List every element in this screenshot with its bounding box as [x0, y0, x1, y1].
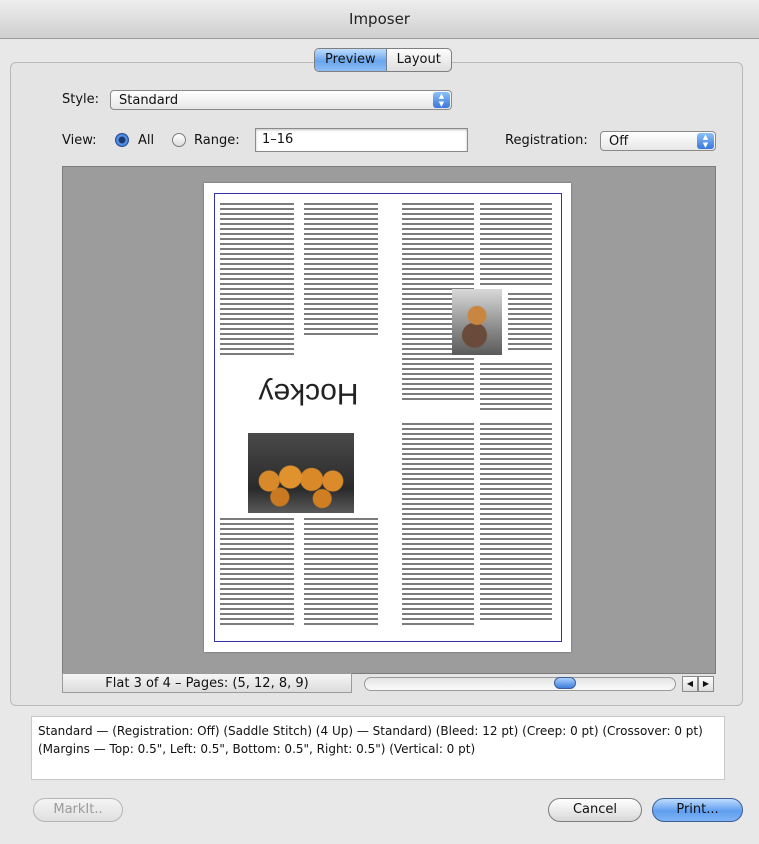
cancel-button[interactable]: Cancel	[548, 798, 642, 822]
tab-preview[interactable]: Preview	[315, 49, 387, 71]
print-button[interactable]: Print...	[652, 798, 743, 822]
view-label: View:	[62, 133, 97, 148]
preview-scrollbar[interactable]: ◀ ▶	[360, 675, 714, 692]
popup-arrows-icon: ▲ ▼	[433, 92, 450, 108]
registration-label: Registration:	[505, 133, 588, 148]
registration-value: Off	[609, 134, 629, 149]
settings-summary: Standard — (Registration: Off) (Saddle S…	[31, 716, 725, 780]
scroll-track[interactable]	[364, 677, 676, 691]
scroll-right-icon[interactable]: ▶	[698, 676, 714, 692]
scroll-left-icon[interactable]: ◀	[682, 676, 698, 692]
text-column	[304, 203, 378, 338]
view-all-label: All	[138, 133, 155, 148]
registration-popup[interactable]: Off ▲ ▼	[600, 131, 716, 151]
popup-arrows-icon: ▲ ▼	[697, 133, 714, 149]
imposed-sheet: Hockey	[204, 183, 571, 652]
text-column	[402, 423, 474, 628]
player-photo	[452, 289, 502, 355]
flat-status: Flat 3 of 4 – Pages: (5, 12, 8, 9)	[62, 673, 352, 693]
text-column	[480, 363, 552, 413]
tab-bar: Preview Layout	[314, 48, 452, 72]
text-column	[220, 518, 294, 628]
window-title: Imposer	[0, 0, 759, 39]
team-photo	[248, 433, 354, 513]
hockey-heading: Hockey	[258, 377, 359, 410]
scroll-thumb[interactable]	[554, 677, 577, 689]
markit-button[interactable]: MarkIt..	[33, 798, 123, 822]
text-column	[220, 203, 294, 358]
tab-layout[interactable]: Layout	[387, 49, 451, 71]
text-column	[304, 518, 378, 628]
range-input[interactable]: 1–16	[255, 128, 468, 152]
view-all-radio[interactable]	[115, 133, 129, 147]
view-range-radio[interactable]	[172, 133, 186, 147]
style-value: Standard	[119, 93, 179, 108]
text-column	[508, 293, 552, 353]
text-column	[480, 203, 552, 288]
text-column	[480, 423, 552, 623]
style-label: Style:	[62, 92, 100, 107]
style-popup[interactable]: Standard ▲ ▼	[110, 90, 452, 110]
view-range-label: Range:	[194, 133, 240, 148]
